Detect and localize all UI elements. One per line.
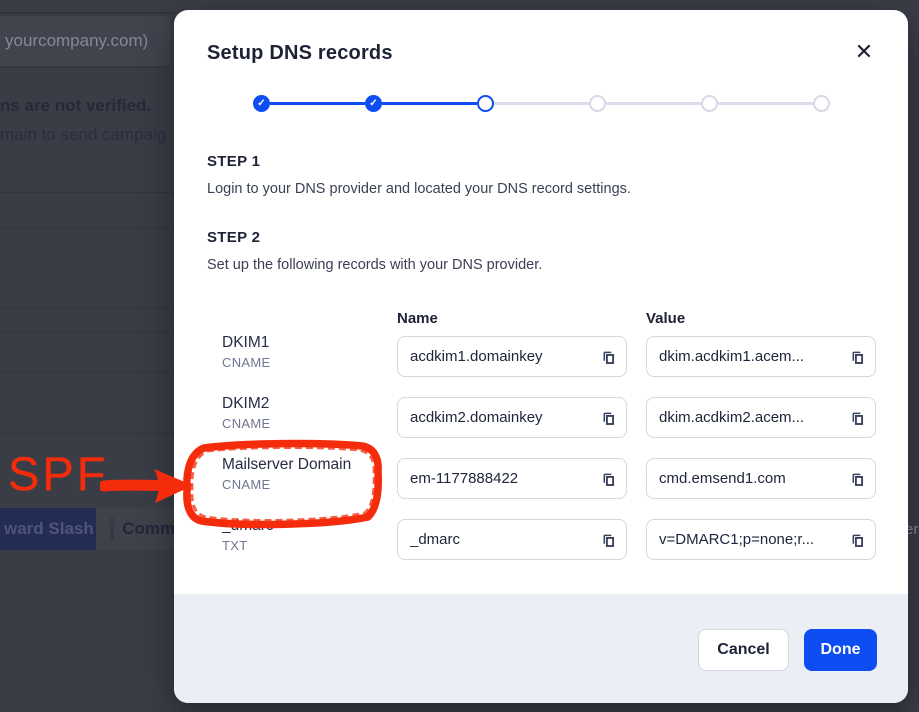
check-icon: ✓ <box>369 99 377 109</box>
dkim2-name-input[interactable] <box>410 409 595 426</box>
screen: yourcompany.com) ns are not verified. ma… <box>0 0 919 712</box>
dkim2-name-field <box>397 397 627 438</box>
name-column-header: Name <box>397 310 438 327</box>
record-label-dmarc: _dmarc TXT <box>222 517 397 553</box>
step2-heading: STEP 2 <box>207 229 260 246</box>
copy-icon[interactable] <box>595 532 616 548</box>
background-topbar-edge <box>0 12 174 14</box>
background-row-divider <box>0 433 174 434</box>
progress-stepper: ✓ ✓ ✓ ✓ ✓ ✓ <box>253 95 830 112</box>
background-row-divider <box>0 308 174 309</box>
comma-key-icon: , <box>110 517 114 542</box>
copy-icon[interactable] <box>844 349 865 365</box>
copy-icon[interactable] <box>595 471 616 487</box>
record-label-dkim2: DKIM2 CNAME <box>222 395 397 431</box>
dns-records-table: DKIM1 CNAME DKIM2 CNAME <box>222 336 876 560</box>
background-forward-slash-label: ward Slash <box>4 519 94 539</box>
step1-body: Login to your DNS provider and located y… <box>207 181 631 197</box>
done-button[interactable]: Done <box>804 629 877 671</box>
dkim1-value-input[interactable] <box>659 348 844 365</box>
background-domain-input: yourcompany.com) <box>0 16 170 66</box>
background-row-divider <box>0 192 174 193</box>
mailserver-name-field <box>397 458 627 499</box>
cancel-button[interactable]: Cancel <box>698 629 789 671</box>
record-type: TXT <box>222 538 397 553</box>
copy-icon[interactable] <box>844 532 865 548</box>
record-type: CNAME <box>222 355 397 370</box>
record-name: DKIM1 <box>222 334 397 352</box>
step-indicator-3: ✓ <box>477 95 494 112</box>
record-name: Mailserver Domain <box>222 456 397 474</box>
mailserver-value-input[interactable] <box>659 470 844 487</box>
step2-body: Set up the following records with your D… <box>207 257 542 273</box>
copy-icon[interactable] <box>595 349 616 365</box>
step-connector <box>270 102 365 105</box>
background-row-divider <box>0 372 174 373</box>
copy-icon[interactable] <box>595 410 616 426</box>
dkim1-name-input[interactable] <box>410 348 595 365</box>
dmarc-name-field <box>397 519 627 560</box>
value-column-header: Value <box>646 310 685 327</box>
background-divider <box>0 67 174 68</box>
mailserver-value-field <box>646 458 876 499</box>
step-indicator-1: ✓ <box>253 95 270 112</box>
dkim2-value-field <box>646 397 876 438</box>
dkim2-value-input[interactable] <box>659 409 844 426</box>
background-warning-text: main to send campaig <box>0 125 166 145</box>
record-name: DKIM2 <box>222 395 397 413</box>
dmarc-name-input[interactable] <box>410 531 595 548</box>
annotation-arrow-icon <box>100 462 196 515</box>
close-icon[interactable]: ✕ <box>849 37 879 67</box>
step-indicator-6: ✓ <box>813 95 830 112</box>
record-name: _dmarc <box>222 517 397 535</box>
step1-heading: STEP 1 <box>207 153 260 170</box>
background-row-divider <box>0 228 174 229</box>
step-indicator-5: ✓ <box>701 95 718 112</box>
record-label-mailserver-domain: Mailserver Domain CNAME <box>222 456 397 492</box>
copy-icon[interactable] <box>844 471 865 487</box>
step-connector <box>382 102 477 105</box>
dkim1-name-field <box>397 336 627 377</box>
dkim1-value-field <box>646 336 876 377</box>
record-type: CNAME <box>222 416 397 431</box>
background-forward-slash-button: ward Slash <box>0 508 96 550</box>
background-domain-text: yourcompany.com) <box>5 31 148 51</box>
setup-dns-modal: Setup DNS records ✕ ✓ ✓ ✓ ✓ ✓ ✓ STEP 1 L… <box>174 10 908 703</box>
step-connector <box>606 102 701 105</box>
dmarc-value-field <box>646 519 876 560</box>
step-indicator-4: ✓ <box>589 95 606 112</box>
background-comma-label: Comm <box>122 519 175 539</box>
spf-annotation-label: SPF <box>8 448 108 500</box>
step-indicator-2: ✓ <box>365 95 382 112</box>
step-connector <box>718 102 813 105</box>
modal-footer: Cancel Done <box>174 594 908 703</box>
dmarc-value-input[interactable] <box>659 531 844 548</box>
record-label-dkim1: DKIM1 CNAME <box>222 334 397 370</box>
check-icon: ✓ <box>257 99 265 109</box>
background-warning-title: ns are not verified. <box>0 96 151 116</box>
copy-icon[interactable] <box>844 410 865 426</box>
mailserver-name-input[interactable] <box>410 470 595 487</box>
step-connector <box>494 102 589 105</box>
modal-title: Setup DNS records <box>207 42 393 65</box>
background-row-divider <box>0 332 174 333</box>
record-type: CNAME <box>222 477 397 492</box>
